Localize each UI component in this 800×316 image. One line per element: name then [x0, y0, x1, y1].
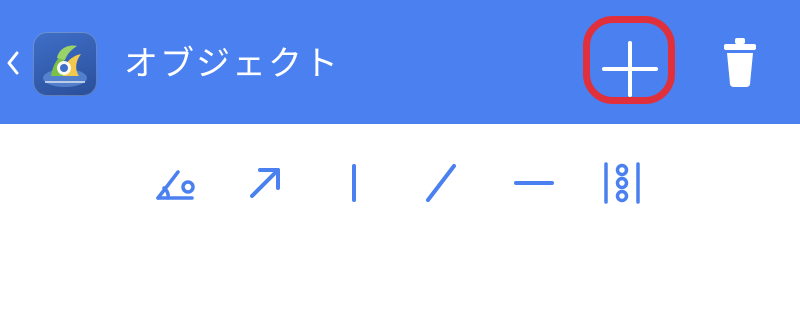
arrow-icon[interactable]: [238, 154, 294, 210]
plus-icon: [602, 41, 658, 97]
chevron-left-icon[interactable]: [4, 48, 22, 78]
trend-line-icon[interactable]: [414, 154, 470, 210]
trash-icon: [724, 38, 756, 87]
app-bar: オブジェクト: [0, 0, 800, 124]
fibonacci-icon[interactable]: [594, 154, 650, 210]
page-title: オブジェクト: [124, 44, 340, 84]
objects-screen: オブジェクト: [0, 0, 800, 316]
metatrader-logo-icon: [43, 45, 87, 87]
horizontal-line-icon[interactable]: [506, 154, 562, 210]
delete-button[interactable]: [718, 34, 762, 90]
metatrader-app-icon[interactable]: [33, 32, 97, 96]
vertical-line-icon[interactable]: [326, 154, 382, 210]
drawing-tools-toolbar: [0, 124, 800, 234]
gann-angle-icon[interactable]: [152, 154, 208, 210]
add-object-button[interactable]: [580, 14, 680, 114]
